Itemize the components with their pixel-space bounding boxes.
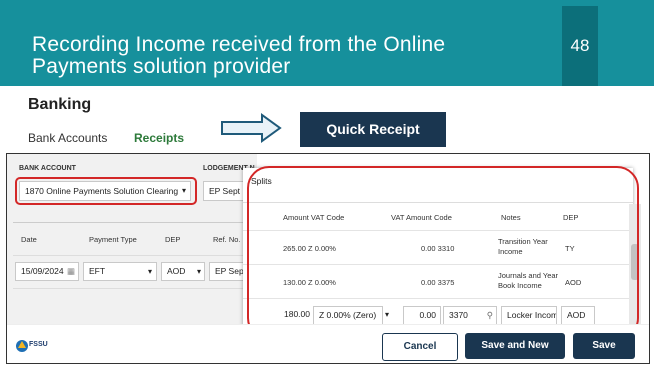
grid-empty-row (13, 288, 257, 321)
splits-highlight (247, 166, 639, 340)
banking-panel: Banking Bank Accounts Receipts (22, 86, 190, 152)
column-payment-type: Payment Type (89, 235, 137, 244)
date-input[interactable]: 15/09/2024 ▦ (15, 262, 79, 281)
column-ref-no: Ref. No. (213, 235, 241, 244)
bank-account-label: BANK ACCOUNT (19, 165, 76, 172)
svg-text:FSSU: FSSU (29, 341, 48, 348)
slide: Recording Income received from the Onlin… (0, 0, 654, 370)
fssu-logo: FSSU (16, 340, 48, 352)
page-number: 48 (562, 6, 598, 86)
chevron-down-icon: ▾ (147, 267, 152, 276)
payment-type-value: EFT (89, 266, 106, 276)
save-button[interactable]: Save (573, 333, 635, 359)
bank-account-highlight (15, 177, 197, 205)
column-date: Date (21, 235, 37, 244)
nav-receipts[interactable]: Receipts (134, 131, 184, 145)
right-arrow-icon (221, 113, 282, 143)
quick-receipt-button[interactable]: Quick Receipt (300, 112, 446, 147)
grid-header-row: Date Payment Type DEP Ref. No. (13, 222, 257, 255)
date-value: 15/09/2024 (21, 266, 64, 276)
dep-select[interactable]: AOD ▾ (161, 262, 205, 281)
nav-bank-accounts[interactable]: Bank Accounts (28, 131, 107, 145)
grid-row: 15/09/2024 ▦ EFT ▾ AOD ▾ EP Sept (13, 255, 257, 288)
column-dep: DEP (165, 235, 181, 244)
app-screenshot: BANK ACCOUNT 1870 Online Payments Soluti… (6, 153, 650, 364)
payment-type-select[interactable]: EFT ▾ (83, 262, 157, 281)
chevron-down-icon: ▾ (196, 267, 201, 276)
cancel-button[interactable]: Cancel (382, 333, 458, 361)
calendar-icon[interactable]: ▦ (67, 263, 75, 280)
save-and-new-button[interactable]: Save and New (465, 333, 565, 359)
banking-heading: Banking (28, 96, 92, 113)
slide-header: Recording Income received from the Onlin… (0, 0, 654, 86)
slide-title: Recording Income received from the Onlin… (32, 33, 446, 78)
dep-value: AOD (167, 266, 186, 276)
